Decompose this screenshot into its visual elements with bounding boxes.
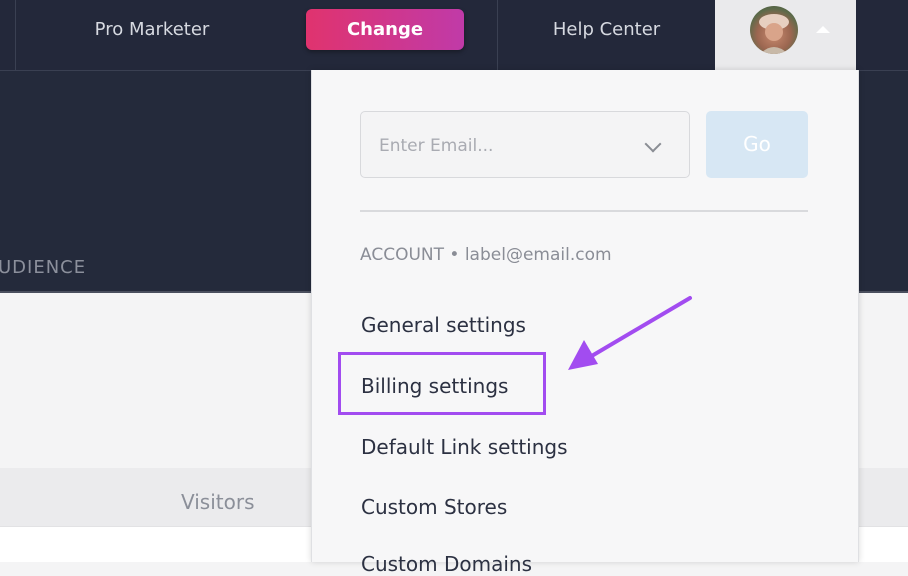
annotation-arrow-icon [568,296,692,370]
